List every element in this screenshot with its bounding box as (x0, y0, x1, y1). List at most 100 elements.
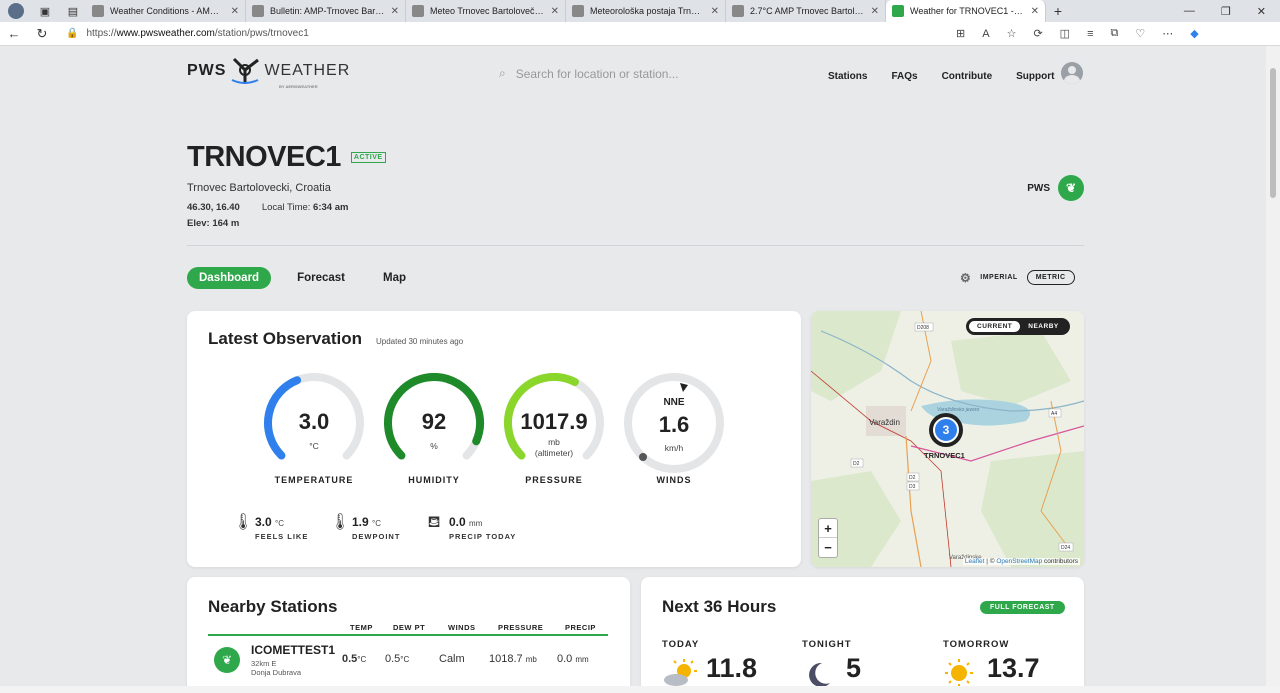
scrollbar-thumb[interactable] (1270, 68, 1276, 198)
favorites-icon[interactable]: ≡ (1087, 28, 1093, 40)
leaflet-link[interactable]: Leaflet (965, 558, 985, 565)
station-marker[interactable]: 3 (929, 413, 963, 447)
profile-avatar[interactable] (8, 3, 24, 19)
site-logo[interactable]: PWS WEATHER BY AERISWEATHER (187, 56, 350, 89)
pressure-unit-note: (altimeter) (534, 448, 574, 458)
page-scrollbar[interactable] (1266, 46, 1280, 686)
station-location: Trnovec Bartolovecki, Croatia (187, 182, 331, 194)
close-tab-icon[interactable]: ✕ (391, 6, 399, 17)
tab-favicon-icon (92, 5, 104, 17)
new-tab-icon[interactable]: + (1046, 3, 1070, 19)
close-tab-icon[interactable]: ✕ (871, 6, 879, 17)
local-time-label: Local Time: (261, 202, 311, 213)
table-row[interactable]: ❦ ICOMETTEST1 32km E Donja Dubrava 0.5°C… (208, 639, 608, 679)
tab-map[interactable]: Map (371, 267, 418, 289)
pressure-caption: PRESSURE (525, 475, 583, 485)
app-available-icon[interactable]: ⊞ (956, 27, 965, 40)
osm-link[interactable]: OpenStreetMap (996, 558, 1042, 565)
station-header: TRNOVEC1 ACTIVE Trnovec Bartolovecki, Cr… (187, 141, 1084, 229)
unit-toggle: ⚙ IMPERIAL METRIC (960, 270, 1075, 285)
browser-tab-5[interactable]: 2.7°C AMP Trnovec Bartolovečki...✕ (726, 0, 886, 22)
back-icon[interactable]: ← (0, 26, 28, 41)
browser-tab-4[interactable]: Meteorološka postaja Trnovec Ba...✕ (566, 0, 726, 22)
rain-bucket-icon: ⛾ (427, 514, 441, 531)
workspaces-icon[interactable]: ▣ (38, 4, 52, 18)
windmill-logo-icon (232, 57, 260, 84)
svg-text:A4: A4 (1051, 411, 1057, 417)
metric-button[interactable]: METRIC (1026, 270, 1075, 285)
station-map[interactable]: Varaždin Varaždinsko jezero Varaždinske … (811, 311, 1084, 567)
winds-gauge: NNE 1.6 km/h WINDS (622, 373, 726, 493)
browser-tab-6-active[interactable]: Weather for TRNOVEC1 - a Perso...✕ (886, 0, 1046, 22)
nav-contribute[interactable]: Contribute (942, 71, 993, 82)
map-zoom-control: + − (818, 518, 838, 558)
forecast-period-tomorrow: TOMORROW 13.7 (943, 639, 1040, 686)
site-header: PWS WEATHER BY AERISWEATHER ⌕ Search for… (187, 52, 1084, 98)
forecast-period-tonight: TONIGHT 5 (802, 639, 861, 686)
zoom-out-button[interactable]: − (819, 538, 837, 557)
imperial-button[interactable]: IMPERIAL (980, 274, 1017, 281)
updated-text: Updated 30 minutes ago (376, 337, 464, 346)
full-forecast-button[interactable]: FULL FORECAST (980, 601, 1065, 614)
close-tab-icon[interactable]: ✕ (711, 6, 719, 17)
svg-text:Varaždin: Varaždin (869, 418, 900, 427)
close-window-icon[interactable]: ✕ (1257, 5, 1266, 18)
winds-caption: WINDS (656, 475, 692, 485)
close-tab-icon[interactable]: ✕ (1031, 6, 1039, 17)
split-screen-icon[interactable]: ◫ (1060, 27, 1070, 40)
svg-text:D24: D24 (1061, 545, 1070, 551)
refresh-icon[interactable]: ↻ (28, 26, 56, 42)
observation-title: Latest Observation (208, 329, 362, 348)
pressure-value: 1017.9 (520, 409, 588, 434)
nearby-table-header: TEMP DEW PT WINDS PRESSURE PRECIP (208, 621, 608, 636)
station-elevation: Elev: 164 m (187, 218, 240, 229)
restore-icon[interactable]: ❐ (1221, 5, 1231, 18)
precip-today: ⛾ 0.0 mm PRECIP TODAY (427, 514, 517, 542)
more-menu-icon[interactable]: ⋯ (1162, 27, 1173, 40)
map-mode-toggle: CURRENT NEARBY (966, 318, 1070, 335)
close-tab-icon[interactable]: ✕ (551, 6, 559, 17)
read-aloud-icon[interactable]: A (982, 28, 989, 40)
extensions-icon[interactable]: ⟳ (1033, 27, 1042, 40)
nav-support[interactable]: Support (1016, 71, 1054, 82)
browser-essentials-icon[interactable]: ♡ (1135, 27, 1145, 40)
pressure-unit: mb (548, 437, 560, 447)
divider (187, 245, 1084, 246)
pressure-gauge: 1017.9 mb (altimeter) PRESSURE (502, 373, 606, 493)
url-field[interactable]: 🔒 https://www.pwsweather.com/station/pws… (66, 28, 946, 39)
thermometer-icon: 🌡 (233, 514, 254, 531)
temperature-caption: TEMPERATURE (274, 475, 354, 485)
nav-faqs[interactable]: FAQs (891, 71, 917, 82)
tab-favicon-icon (732, 5, 744, 17)
search-input[interactable]: Search for location or station... (516, 67, 679, 81)
tab-forecast[interactable]: Forecast (285, 267, 357, 289)
search-icon: ⌕ (499, 66, 506, 80)
gear-icon[interactable]: ⚙ (960, 271, 971, 285)
browser-tab-3[interactable]: Meteo Trnovec Bartolovečki - Po...✕ (406, 0, 566, 22)
dewpoint-icon: 🌡 (330, 514, 351, 531)
browser-tab-2[interactable]: Bulletin: AMP-Trnovec Bartolovec...✕ (246, 0, 406, 22)
lock-icon: 🔒 (66, 28, 79, 39)
nav-stations[interactable]: Stations (828, 71, 867, 82)
location-search[interactable]: ⌕ Search for location or station... (499, 66, 678, 81)
favorite-star-icon[interactable]: ☆ (1007, 27, 1017, 40)
tab-dashboard[interactable]: Dashboard (187, 267, 272, 289)
map-attribution: Leaflet | © OpenStreetMap contributors (962, 558, 1080, 565)
pws-leaf-icon: ❦ (214, 647, 240, 673)
tab-actions-icon[interactable]: ▤ (66, 4, 80, 18)
zoom-in-button[interactable]: + (819, 519, 837, 538)
browser-tab-1[interactable]: Weather Conditions - AMP-Trno...✕ (86, 0, 246, 22)
copilot-icon[interactable]: ◆ (1190, 27, 1198, 40)
station-tabs: Dashboard Forecast Map (187, 267, 418, 289)
temperature-unit: °C (309, 441, 319, 451)
local-time: 6:34 am (313, 202, 349, 213)
map-current-button[interactable]: CURRENT (969, 321, 1021, 332)
next-36-hours-card: Next 36 Hours FULL FORECAST TODAY 11.8 T… (641, 577, 1084, 686)
collections-icon[interactable]: ⧉ (1110, 27, 1118, 40)
close-tab-icon[interactable]: ✕ (231, 6, 239, 17)
nearby-station-name[interactable]: ICOMETTEST1 (251, 643, 335, 657)
user-account-icon[interactable] (1061, 62, 1083, 84)
minimize-icon[interactable]: — (1184, 5, 1195, 18)
svg-text:D2: D2 (853, 461, 860, 467)
map-nearby-button[interactable]: NEARBY (1020, 321, 1066, 332)
